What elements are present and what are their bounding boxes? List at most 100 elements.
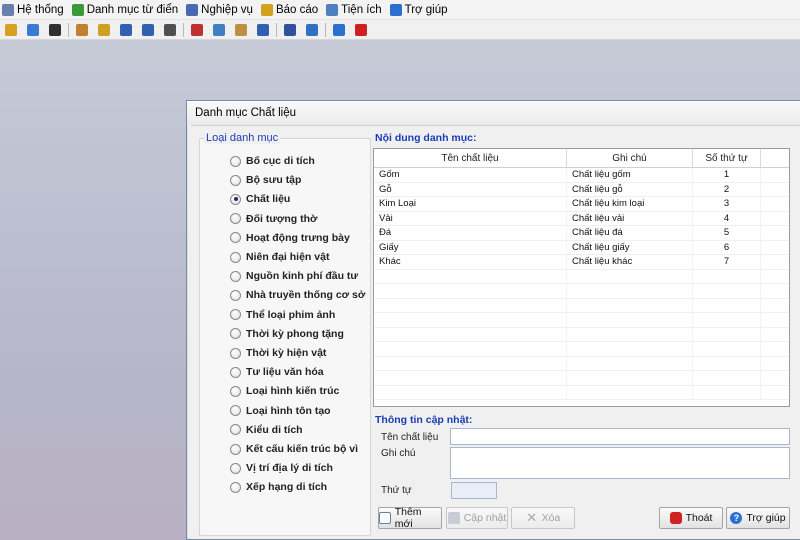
cell-filler bbox=[761, 183, 789, 197]
category-radio-option[interactable]: Kiểu di tích bbox=[230, 422, 303, 438]
table-row[interactable]: Gốm Chất liệu gốm 1 bbox=[374, 168, 789, 183]
menu-item-5[interactable]: Trợ giúp bbox=[388, 0, 452, 20]
radio-button[interactable] bbox=[230, 174, 241, 186]
table-row[interactable] bbox=[374, 269, 789, 284]
toolbar-button[interactable] bbox=[2, 22, 20, 38]
radio-button[interactable] bbox=[230, 251, 241, 263]
radio-button[interactable] bbox=[230, 424, 241, 436]
category-radio-option[interactable]: Loại hình kiến trúc bbox=[230, 383, 339, 399]
table-row[interactable] bbox=[374, 356, 789, 371]
dialog-titlebar[interactable]: Danh mục Chất liệu bbox=[187, 101, 800, 125]
toolbar-button[interactable] bbox=[210, 22, 228, 38]
table-row[interactable] bbox=[374, 327, 789, 342]
toolbar-separator bbox=[276, 22, 277, 37]
category-radio-option[interactable]: Hoạt động trưng bày bbox=[230, 230, 350, 246]
category-radio-option[interactable]: Thời kỳ phong tặng bbox=[230, 326, 344, 342]
table-row[interactable]: Giấy Chất liệu giấy 6 bbox=[374, 240, 789, 255]
radio-button[interactable] bbox=[230, 155, 241, 167]
book-icon bbox=[71, 3, 84, 16]
table-row[interactable] bbox=[374, 385, 789, 400]
update-button[interactable]: Cập nhật bbox=[446, 507, 508, 529]
toolbar-button[interactable] bbox=[73, 22, 91, 38]
toolbar-button[interactable] bbox=[188, 22, 206, 38]
table-row[interactable]: Vải Chất liệu vải 4 bbox=[374, 211, 789, 226]
add-button[interactable]: Thêm mới bbox=[378, 506, 442, 530]
cell-filler bbox=[761, 328, 789, 342]
category-radio-option[interactable]: Bố cục di tích bbox=[230, 153, 315, 169]
column-header-note[interactable]: Ghi chú bbox=[567, 149, 693, 167]
column-header-name[interactable]: Tên chất liệu bbox=[374, 149, 567, 167]
category-radio-option[interactable]: Bộ sưu tập bbox=[230, 172, 301, 188]
menu-item-3[interactable]: Báo cáo bbox=[259, 0, 322, 20]
table-row[interactable] bbox=[374, 284, 789, 299]
radio-button[interactable] bbox=[230, 193, 241, 205]
table-row[interactable]: Kim Loại Chất liệu kim loại 3 bbox=[374, 197, 789, 212]
order-field[interactable] bbox=[451, 482, 497, 499]
radio-label: Niên đại hiện vật bbox=[246, 251, 330, 263]
table-row[interactable]: Đá Chất liệu đá 5 bbox=[374, 226, 789, 241]
toolbar-button[interactable] bbox=[139, 22, 157, 38]
exit-button[interactable]: Thoát bbox=[659, 507, 723, 529]
table-row[interactable]: Gỗ Chất liệu gỗ 2 bbox=[374, 182, 789, 197]
radio-button[interactable] bbox=[230, 481, 241, 493]
column-header-order[interactable]: Số thứ tự bbox=[693, 149, 761, 167]
radio-button[interactable] bbox=[230, 309, 241, 321]
table-row[interactable] bbox=[374, 298, 789, 313]
radio-label: Kiểu di tích bbox=[246, 423, 303, 436]
category-radio-option[interactable]: Chất liệu bbox=[230, 191, 290, 207]
menu-item-1[interactable]: Danh mục từ điển bbox=[70, 0, 182, 20]
category-radio-option[interactable]: Loại hình tôn tạo bbox=[230, 403, 331, 419]
radio-button[interactable] bbox=[230, 405, 241, 417]
radio-button[interactable] bbox=[230, 289, 241, 301]
radio-button[interactable] bbox=[230, 385, 241, 397]
table-row[interactable] bbox=[374, 371, 789, 386]
table-row[interactable] bbox=[374, 313, 789, 328]
delete-button[interactable]: ✕ Xóa bbox=[511, 507, 575, 529]
radio-button[interactable] bbox=[230, 270, 241, 282]
radio-button[interactable] bbox=[230, 232, 241, 244]
category-radio-option[interactable]: Thời kỳ hiện vật bbox=[230, 345, 326, 361]
toolbar-button[interactable] bbox=[24, 22, 42, 38]
toolbar-separator bbox=[325, 22, 326, 37]
menu-item-4[interactable]: Tiện ích bbox=[324, 0, 385, 20]
category-radio-option[interactable]: Kết cấu kiến trúc bộ vì bbox=[230, 441, 358, 457]
radio-button[interactable] bbox=[230, 328, 241, 340]
category-radio-option[interactable]: Vị trí địa lý di tích bbox=[230, 460, 333, 476]
category-radio-option[interactable]: Nhà truyền thống cơ sở bbox=[230, 287, 365, 303]
toolbar-button[interactable] bbox=[281, 22, 299, 38]
toolbar-separator bbox=[68, 22, 69, 37]
radio-button[interactable] bbox=[230, 347, 241, 359]
toolbar-separator bbox=[183, 22, 184, 37]
radio-button[interactable] bbox=[230, 213, 241, 225]
help-icon bbox=[389, 3, 402, 16]
category-radio-option[interactable]: Tư liệu văn hóa bbox=[230, 364, 324, 380]
category-radio-option[interactable]: Thể loại phim ảnh bbox=[230, 307, 335, 323]
toolbar-button[interactable] bbox=[254, 22, 272, 38]
category-radio-option[interactable]: Nguồn kinh phí đầu tư bbox=[230, 268, 358, 284]
help-button[interactable]: ? Trợ giúp bbox=[726, 507, 790, 529]
radio-button[interactable] bbox=[230, 366, 241, 378]
toolbar-button[interactable] bbox=[352, 22, 370, 38]
column-header-filler bbox=[761, 149, 789, 167]
toolbar-button[interactable] bbox=[161, 22, 179, 38]
note-field[interactable] bbox=[450, 447, 790, 479]
menu-item-0[interactable]: Hệ thống bbox=[0, 0, 68, 20]
radio-button[interactable] bbox=[230, 462, 241, 474]
toolbar-button[interactable] bbox=[303, 22, 321, 38]
data-grid[interactable]: Tên chất liệu Ghi chú Số thứ tự Gốm Chất … bbox=[373, 148, 790, 407]
toolbar-button[interactable] bbox=[46, 22, 64, 38]
toolbar-button[interactable] bbox=[330, 22, 348, 38]
toolbar-button[interactable] bbox=[117, 22, 135, 38]
toolbar-button[interactable] bbox=[232, 22, 250, 38]
category-radio-option[interactable]: Niên đại hiện vật bbox=[230, 249, 329, 265]
cell-order: 4 bbox=[693, 211, 761, 225]
table-row[interactable] bbox=[374, 342, 789, 357]
cell-name bbox=[374, 371, 567, 385]
category-radio-option[interactable]: Xếp hạng di tích bbox=[230, 479, 327, 495]
menu-item-2[interactable]: Nghiệp vụ bbox=[184, 0, 257, 20]
radio-button[interactable] bbox=[230, 443, 241, 455]
table-row[interactable]: Khác Chất liệu khác 7 bbox=[374, 255, 789, 270]
name-field[interactable] bbox=[450, 428, 790, 445]
toolbar-button[interactable] bbox=[95, 22, 113, 38]
category-radio-option[interactable]: Đối tượng thờ bbox=[230, 211, 318, 227]
